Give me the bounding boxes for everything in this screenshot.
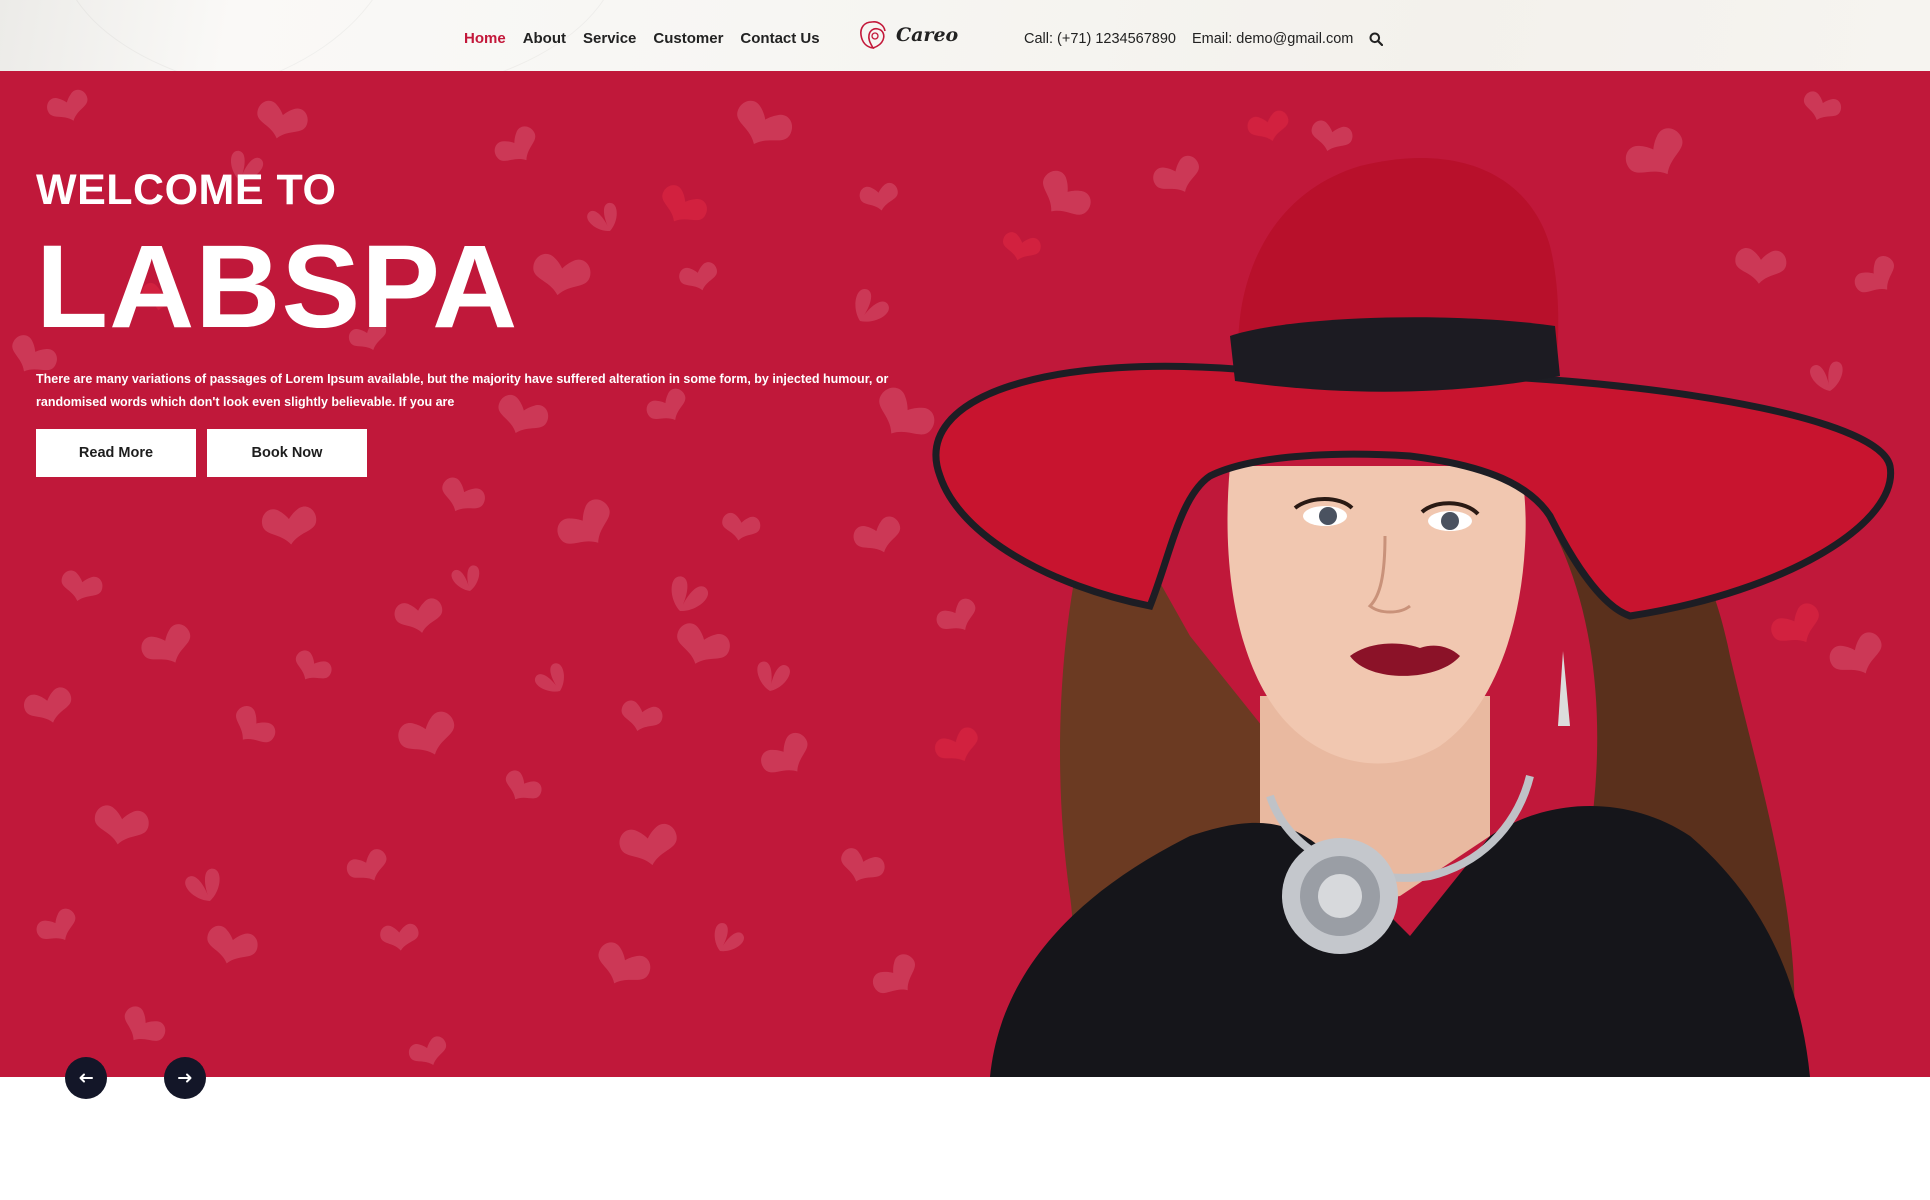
contact-info: Call: (+71) 1234567890 Email: demo@gmail… <box>1024 31 1384 47</box>
book-now-button[interactable]: Book Now <box>207 429 367 477</box>
phone-text: Call: (+71) 1234567890 <box>1024 31 1176 47</box>
hero-brand: LABSPA <box>36 221 519 353</box>
hero-model-image <box>932 157 1895 1077</box>
main-nav: Home About Service Customer Contact Us <box>464 30 837 47</box>
nav-about[interactable]: About <box>523 30 566 47</box>
arrow-right-icon <box>178 1073 192 1083</box>
site-logo[interactable]: Careo <box>856 18 958 52</box>
search-icon[interactable] <box>1369 32 1384 46</box>
email-text: Email: demo@gmail.com <box>1191 31 1354 47</box>
nav-customer[interactable]: Customer <box>653 30 723 47</box>
nav-home[interactable]: Home <box>464 30 506 47</box>
site-header: Home About Service Customer Contact Us C… <box>0 0 1930 71</box>
hero-heading: WELCOME TO LABSPA <box>36 166 519 353</box>
hero-banner: WELCOME TO LABSPA There are many variati… <box>0 71 1930 1077</box>
logo-icon <box>860 21 886 50</box>
read-more-button[interactable]: Read More <box>36 429 196 477</box>
nav-service[interactable]: Service <box>583 30 636 47</box>
arrow-left-icon <box>79 1073 93 1083</box>
nav-contact-us[interactable]: Contact Us <box>740 30 819 47</box>
slider-prev-button[interactable] <box>65 1057 107 1099</box>
logo-text: Careo <box>896 24 959 46</box>
slider-next-button[interactable] <box>164 1057 206 1099</box>
hero-description: There are many variations of passages of… <box>36 372 889 409</box>
hero-welcome: WELCOME TO <box>36 166 337 214</box>
